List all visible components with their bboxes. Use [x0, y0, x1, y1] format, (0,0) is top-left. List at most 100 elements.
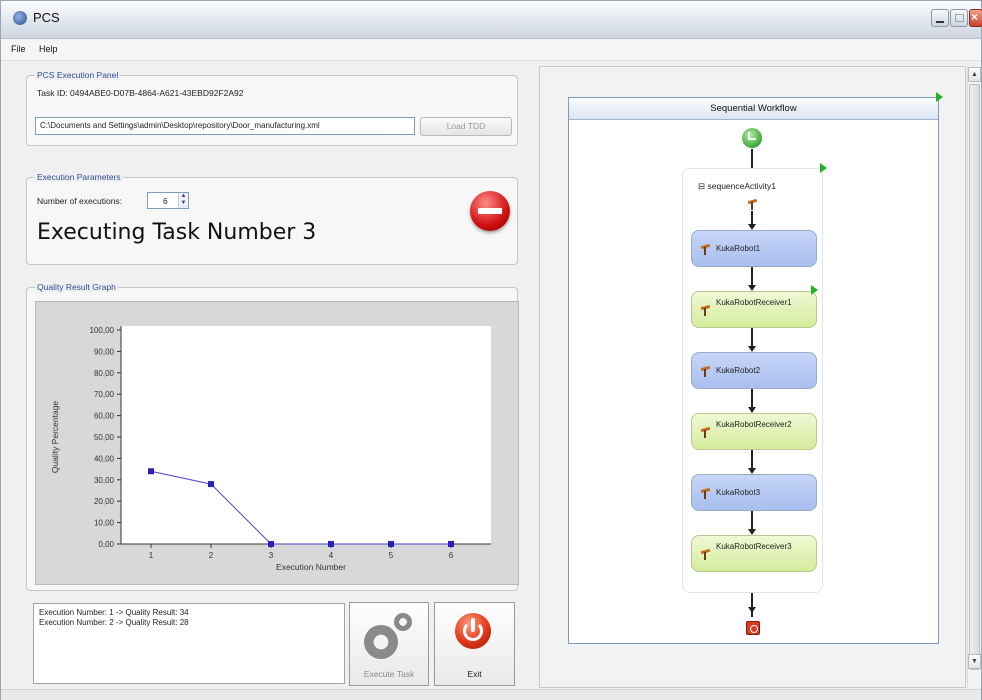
x-axis-label: Execution Number — [276, 562, 346, 572]
quality-graph-legend: Quality Result Graph — [35, 282, 118, 292]
data-point — [268, 541, 274, 547]
menu-bar: File Help — [1, 39, 981, 61]
connector — [751, 149, 753, 169]
pcs-window: PCS × File Help PCS Execution Panel Task… — [0, 0, 982, 700]
x-tick-label: 2 — [209, 551, 214, 560]
y-tick-label: 90,00 — [94, 347, 115, 356]
exit-button[interactable]: Exit — [434, 602, 515, 686]
load-tdd-button[interactable]: Load TDD — [420, 117, 512, 136]
menu-file[interactable]: File — [11, 44, 26, 54]
execution-parameters-panel: Execution Parameters Number of execution… — [26, 172, 518, 265]
plot-area — [121, 326, 491, 544]
results-list[interactable]: Execution Number: 1 -> Quality Result: 3… — [33, 603, 345, 684]
x-tick-label: 3 — [269, 551, 274, 560]
minimize-icon — [936, 21, 944, 23]
execution-panel: PCS Execution Panel Task ID: 0494ABE0-D0… — [26, 70, 518, 146]
y-tick-label: 10,00 — [94, 519, 115, 528]
app-icon — [13, 11, 27, 25]
workflow-start-icon — [742, 128, 762, 148]
arrow-down-icon — [748, 607, 756, 613]
data-point — [148, 468, 154, 475]
power-icon — [455, 613, 491, 649]
data-point — [208, 481, 214, 488]
y-tick-label: 60,00 — [94, 412, 115, 421]
data-point — [388, 541, 394, 547]
workflow-activity[interactable]: KukaRobot1 — [691, 230, 817, 267]
activity-label: KukaRobot2 — [716, 366, 761, 375]
maximize-icon — [955, 14, 964, 22]
execution-panel-legend: PCS Execution Panel — [35, 70, 121, 80]
x-tick-label: 4 — [329, 551, 334, 560]
minimize-button[interactable] — [931, 9, 949, 27]
close-button[interactable]: × — [969, 9, 982, 27]
execution-parameters-legend: Execution Parameters — [35, 172, 123, 182]
quality-chart: 0,00 10,00 20,00 30,00 40,00 50,00 60,00 70,00 8… — [35, 301, 519, 585]
result-line: Execution Number: 1 -> Quality Result: 3… — [39, 608, 189, 617]
x-tick-label: 5 — [389, 551, 394, 560]
robot-icon — [700, 243, 710, 255]
workflow-activity[interactable]: KukaRobot3 — [691, 474, 817, 511]
stepper-arrows-icon[interactable]: ▲ ▼ — [178, 193, 188, 208]
stop-icon[interactable] — [470, 191, 510, 231]
gear-icon — [364, 625, 398, 659]
tdd-path-field[interactable]: C:\Documents and Settings\admin\Desktop\… — [35, 117, 415, 135]
activity-flag-icon — [811, 285, 818, 295]
connector — [751, 389, 753, 407]
robot-icon — [700, 548, 710, 560]
menu-help[interactable]: Help — [39, 44, 58, 54]
num-executions-value: 6 — [163, 196, 168, 206]
robot-icon — [700, 365, 710, 377]
x-tick-label: 1 — [149, 551, 154, 560]
gear-small-icon — [394, 613, 412, 631]
maximize-button[interactable] — [950, 9, 968, 27]
connector — [751, 511, 753, 529]
workflow-flag-icon — [936, 92, 943, 102]
connector — [751, 328, 753, 346]
y-tick-label: 0,00 — [98, 540, 114, 549]
workflow-activity[interactable]: KukaRobotReceiver2 — [691, 413, 817, 450]
task-id-label: Task ID: 0494ABE0-D07B-4864-A621-43EBD92… — [37, 88, 244, 98]
execute-task-label: Execute Task — [363, 669, 415, 679]
scroll-up-icon[interactable]: ▲ — [968, 67, 981, 82]
activity-label: KukaRobotReceiver2 — [716, 420, 792, 429]
robot-icon — [700, 487, 710, 499]
sequence-activity-title: ⊟ sequenceActivity1 — [698, 181, 776, 191]
vertical-scrollbar[interactable]: ▲ ▼ — [967, 66, 981, 688]
connector — [751, 267, 753, 285]
workflow-activity[interactable]: KukaRobotReceiver3 — [691, 535, 817, 572]
y-tick-label: 20,00 — [94, 497, 115, 506]
num-executions-label: Number of executions: — [37, 196, 123, 206]
window-title: PCS — [33, 10, 60, 25]
robot-icon — [700, 426, 710, 438]
workflow-end-icon — [746, 621, 760, 635]
exit-label: Exit — [467, 669, 482, 679]
connector — [751, 593, 753, 617]
y-tick-label: 50,00 — [94, 433, 115, 442]
y-axis-label: Quality Percentage — [50, 401, 60, 474]
execute-task-button[interactable]: Execute Task — [349, 602, 429, 686]
x-tick-label: 6 — [449, 551, 454, 560]
execution-status-heading: Executing Task Number 3 — [37, 220, 317, 245]
activity-label: KukaRobot3 — [716, 488, 761, 497]
data-point — [448, 541, 454, 547]
y-tick-label: 30,00 — [94, 476, 115, 485]
workflow-activity[interactable]: KukaRobot2 — [691, 352, 817, 389]
activity-label: KukaRobotReceiver3 — [716, 542, 792, 551]
scroll-thumb[interactable] — [969, 84, 980, 670]
y-tick-label: 70,00 — [94, 390, 115, 399]
y-tick-label: 100,00 — [90, 326, 115, 335]
data-point — [328, 541, 334, 547]
activity-label: KukaRobot1 — [716, 244, 761, 253]
robot-icon — [700, 304, 710, 316]
y-tick-label: 40,00 — [94, 454, 115, 463]
activity-label: KukaRobotReceiver1 — [716, 298, 792, 307]
title-bar: PCS × — [1, 1, 982, 39]
num-executions-stepper[interactable]: 6 ▲ ▼ — [147, 192, 189, 209]
quality-chart-svg: 0,00 10,00 20,00 30,00 40,00 50,00 60,00 70,00 8… — [50, 326, 491, 572]
scroll-down-icon[interactable]: ▼ — [968, 654, 981, 669]
result-line: Execution Number: 2 -> Quality Result: 2… — [39, 618, 189, 627]
workflow-header: Sequential Workflow — [569, 98, 938, 120]
quality-graph-panel: Quality Result Graph 0,00 10,00 20,00 30,00… — [26, 282, 519, 591]
connector — [751, 450, 753, 468]
workflow-activity[interactable]: KukaRobotReceiver1 — [691, 291, 817, 328]
